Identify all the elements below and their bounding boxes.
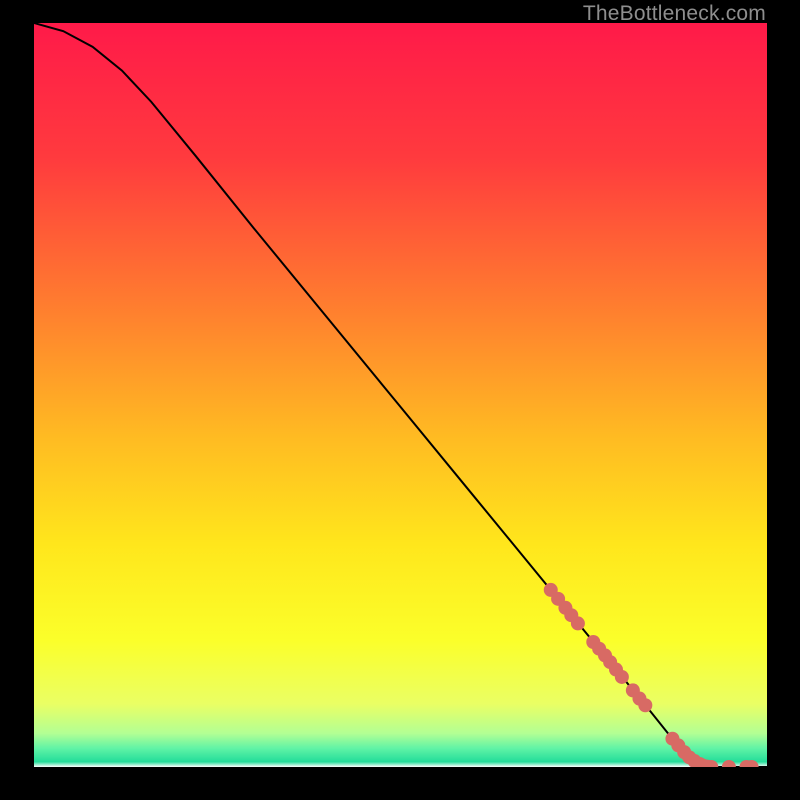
- chart-svg: [34, 23, 767, 767]
- marker-dot: [615, 670, 629, 684]
- marker-dot: [638, 698, 652, 712]
- chart-frame: [34, 23, 767, 767]
- chart-background: [34, 23, 767, 767]
- marker-dot: [571, 616, 585, 630]
